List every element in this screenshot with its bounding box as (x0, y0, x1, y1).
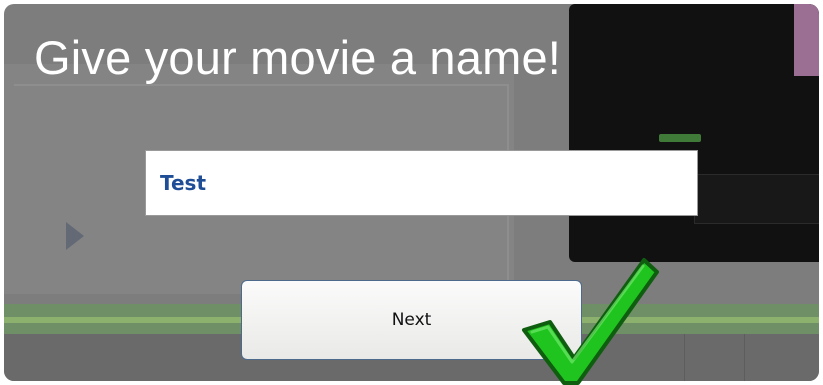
play-icon (66, 222, 84, 250)
background-thumbnail (794, 4, 819, 76)
background-divider (744, 334, 745, 381)
green-checkmark-icon (522, 258, 659, 385)
background-divider (684, 334, 685, 381)
movie-name-input[interactable] (145, 150, 698, 216)
dialog-overlay: Give your movie a name! Next (4, 4, 819, 381)
dialog-title: Give your movie a name! (34, 31, 562, 84)
background-indicator (659, 134, 701, 142)
background-preview-box (694, 174, 819, 224)
